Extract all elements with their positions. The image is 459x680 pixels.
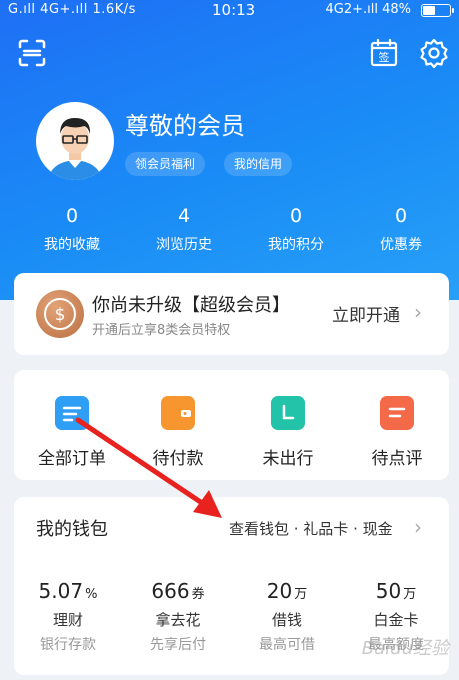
annotation-arrow	[75, 417, 222, 518]
watermark: Baidu经验	[361, 638, 449, 659]
